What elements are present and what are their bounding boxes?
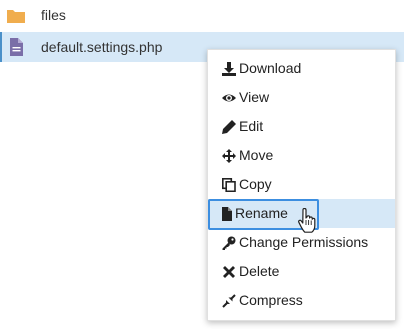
folder-icon	[7, 10, 25, 23]
move-arrows-icon	[222, 149, 236, 163]
file-manager: files default.settings.php Download View…	[0, 0, 404, 329]
file-name: files	[41, 7, 66, 23]
eye-icon	[222, 94, 236, 102]
x-icon	[223, 266, 235, 278]
menu-item-edit[interactable]: Edit	[208, 112, 395, 141]
file-name: default.settings.php	[41, 39, 163, 55]
file-icon	[10, 38, 23, 56]
menu-item-copy[interactable]: Copy	[208, 170, 395, 199]
menu-item-label: View	[239, 89, 270, 105]
menu-item-label: Copy	[239, 176, 272, 192]
key-icon	[222, 236, 236, 250]
download-icon	[222, 62, 236, 76]
compress-icon	[222, 294, 236, 308]
menu-item-label: Delete	[239, 263, 280, 279]
file-icon	[222, 207, 232, 221]
context-menu: Download View Edit Move Copy Rename Chan…	[207, 49, 396, 321]
menu-item-move[interactable]: Move	[208, 141, 395, 170]
menu-item-compress[interactable]: Compress	[208, 286, 395, 315]
menu-item-label: Compress	[239, 292, 303, 308]
pencil-icon	[222, 120, 236, 134]
file-row-folder[interactable]: files	[0, 0, 404, 32]
menu-item-label: Download	[239, 60, 302, 76]
hand-pointer-cursor-icon	[298, 208, 316, 233]
menu-item-label: Move	[239, 147, 274, 163]
menu-item-label: Edit	[239, 118, 264, 134]
menu-item-download[interactable]: Download	[208, 54, 395, 83]
menu-item-label: Rename	[235, 205, 288, 221]
menu-item-view[interactable]: View	[208, 83, 395, 112]
copy-icon	[222, 178, 236, 192]
menu-item-label: Change Permissions	[239, 234, 369, 250]
menu-item-delete[interactable]: Delete	[208, 257, 395, 286]
